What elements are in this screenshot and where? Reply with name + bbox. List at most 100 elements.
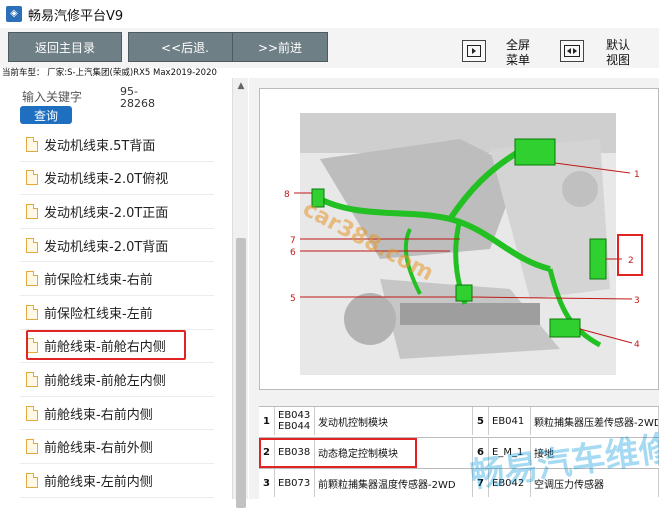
callout-2-highlight xyxy=(617,234,643,276)
table-cell-text: EB073 xyxy=(278,477,311,489)
list-item-label: 前保险杠线束-左前 xyxy=(44,306,153,322)
list-item[interactable]: 前舱线束-左前内侧 xyxy=(20,464,214,498)
table-cell-text: 3 xyxy=(263,477,270,489)
table-cell-n1: 3 xyxy=(259,469,275,497)
table-cell-d1: 发动机控制模块 xyxy=(315,407,473,435)
table-cell-c2: EB041 xyxy=(489,407,531,435)
callout-4: 4 xyxy=(634,340,640,350)
table-row: 3 EB073 前颗粒捕集器温度传感器-2WD 7 EB042 空调压力传感器 xyxy=(259,468,659,497)
table-cell-d2: 接地 xyxy=(531,438,659,466)
back-button[interactable]: <<后退. xyxy=(128,32,242,62)
toolbar: 返回主目录 <<后退. >>前进 全屏 菜单 默认 视图 xyxy=(0,28,659,68)
table-cell-c1: EB043 EB044 xyxy=(275,407,315,435)
keyword-input[interactable]: 95- 28268 xyxy=(120,86,155,110)
default-view-label-text2: 视图 xyxy=(606,53,631,67)
list-item[interactable]: 前舱线束-前舱右内侧 xyxy=(20,329,214,364)
app-logo-icon: ◈ xyxy=(6,6,22,22)
title-bar: ◈ 畅易汽修平台V9 xyxy=(0,0,659,28)
list-item-label: 发动机线束-2.0T正面 xyxy=(44,205,169,221)
callout-7: 7 xyxy=(290,236,296,246)
fullscreen-label-text: 全屏 xyxy=(506,38,531,52)
list-item[interactable]: 前舱线束-右前外侧 xyxy=(20,430,214,464)
table-cell-n1: 1 xyxy=(259,407,275,435)
document-list: 发动机线束.5T背面 发动机线束-2.0T俯视 发动机线束-2.0T正面 发动机线束-… xyxy=(20,128,214,498)
callout-1: 1 xyxy=(634,170,640,180)
list-item[interactable]: 前舱线束-前舱左内侧 xyxy=(20,363,214,397)
sidebar-scrollbar[interactable]: ▲ xyxy=(232,78,249,508)
table-cell-text: 7 xyxy=(477,477,484,489)
content-area: 1 2 3 4 5 6 7 8 car388.com 1 EB043 EB044 发动… xyxy=(249,78,659,499)
callout-5: 5 xyxy=(290,294,296,304)
default-view-label-text: 默认 xyxy=(606,38,631,52)
document-icon xyxy=(26,237,38,253)
table-cell-c2: E_M_1 xyxy=(489,438,531,466)
list-item[interactable]: 前舱线束-右前内侧 xyxy=(20,397,214,431)
table-cell-text: 前颗粒捕集器温度传感器-2WD xyxy=(318,479,456,491)
list-item[interactable]: 发动机线束.5T背面 xyxy=(20,128,214,162)
table-cell-d1: 前颗粒捕集器温度传感器-2WD xyxy=(315,469,473,497)
table-cell-text: E_M_1 xyxy=(492,446,524,458)
list-item-label: 前舱线束-前舱左内侧 xyxy=(44,373,166,389)
list-item-label: 发动机线束-2.0T背面 xyxy=(44,239,169,255)
back-to-main-button[interactable]: 返回主目录 xyxy=(8,32,122,62)
document-icon xyxy=(26,203,38,219)
list-item[interactable]: 前保险杠线束-右前 xyxy=(20,262,214,296)
current-model-line: 当前车型： 厂家:S-上汽集团(荣威)RX5 Max2019-2020 xyxy=(2,68,217,78)
selected-item-highlight xyxy=(26,329,186,360)
table-cell-text: 1 xyxy=(263,415,270,427)
table-cell-n2: 7 xyxy=(473,469,489,497)
table-cell-text: 发动机控制模块 xyxy=(318,417,388,429)
table-cell-n2: 5 xyxy=(473,407,489,435)
default-view-button[interactable] xyxy=(560,40,584,62)
forward-button[interactable]: >>前进 xyxy=(232,32,328,62)
window-title: 畅易汽修平台V9 xyxy=(28,8,124,24)
list-item-label: 发动机线束-2.0T俯视 xyxy=(44,172,169,188)
table-cell-d2: 颗粒捕集器压差传感器-2WD xyxy=(531,407,659,435)
callout-2: 2 xyxy=(628,256,634,266)
table-row: 1 EB043 EB044 发动机控制模块 5 EB041 颗粒捕集器压差传感器-2WD xyxy=(259,406,659,435)
list-item-label: 发动机线束.5T背面 xyxy=(44,138,156,154)
list-item-label: 前舱线束-左前内侧 xyxy=(44,474,153,490)
wiring-diagram-svg: 1 2 3 4 5 6 7 8 xyxy=(284,113,643,375)
scroll-up-icon[interactable]: ▲ xyxy=(233,78,249,94)
scrollbar-thumb[interactable] xyxy=(236,238,246,508)
list-item-label: 前舱线束-右前外侧 xyxy=(44,441,153,457)
table-cell-text: EB043 xyxy=(278,410,311,421)
table-cell-c1: EB073 xyxy=(275,469,315,497)
table-cell-text: 空调压力传感器 xyxy=(534,479,604,491)
table-cell-c2: EB042 xyxy=(489,469,531,497)
document-icon xyxy=(26,304,38,320)
fullscreen-menu-button[interactable] xyxy=(462,40,486,62)
document-icon xyxy=(26,371,38,387)
document-icon xyxy=(26,472,38,488)
list-item[interactable]: 发动机线束-2.0T正面 xyxy=(20,195,214,229)
query-button[interactable]: 查询 xyxy=(20,106,72,124)
search-area: 输入关键字 95- 28268 查询 xyxy=(20,84,230,124)
document-icon xyxy=(26,271,38,287)
default-view-label[interactable]: 默认 视图 xyxy=(606,38,630,68)
table-cell-text: 接地 xyxy=(534,448,554,460)
table-cell-text: 颗粒捕集器压差传感器-2WD xyxy=(534,417,659,429)
table-cell-text: 6 xyxy=(477,446,484,458)
table-cell-text: EB044 xyxy=(278,421,311,432)
document-icon xyxy=(26,405,38,421)
component-table: 1 EB043 EB044 发动机控制模块 5 EB041 颗粒捕集器压差传感器-2WD 2 E… xyxy=(259,406,659,499)
sidebar: 输入关键字 95- 28268 查询 发动机线束.5T背面 发动机线束-2.0T俯视… xyxy=(0,78,248,499)
fullscreen-menu-label[interactable]: 全屏 菜单 xyxy=(506,38,530,68)
fullscreen-icon xyxy=(467,45,481,57)
table-cell-text: EB042 xyxy=(492,477,525,489)
list-item[interactable]: 发动机线束-2.0T俯视 xyxy=(20,162,214,196)
callout-6: 6 xyxy=(290,248,296,258)
document-icon xyxy=(26,170,38,186)
wiring-diagram: 1 2 3 4 5 6 7 8 car388.com xyxy=(259,88,659,390)
document-icon xyxy=(26,136,38,152)
table-cell-d2: 空调压力传感器 xyxy=(531,469,659,497)
fullscreen-label-text2: 菜单 xyxy=(506,53,531,67)
list-item[interactable]: 前保险杠线束-左前 xyxy=(20,296,214,330)
keyword-label: 输入关键字 xyxy=(22,90,83,104)
table-cell-text: 5 xyxy=(477,415,484,427)
list-item[interactable]: 发动机线束-2.0T背面 xyxy=(20,229,214,263)
callout-8: 8 xyxy=(284,190,290,200)
callout-3: 3 xyxy=(634,296,640,306)
default-view-icon xyxy=(564,45,580,57)
